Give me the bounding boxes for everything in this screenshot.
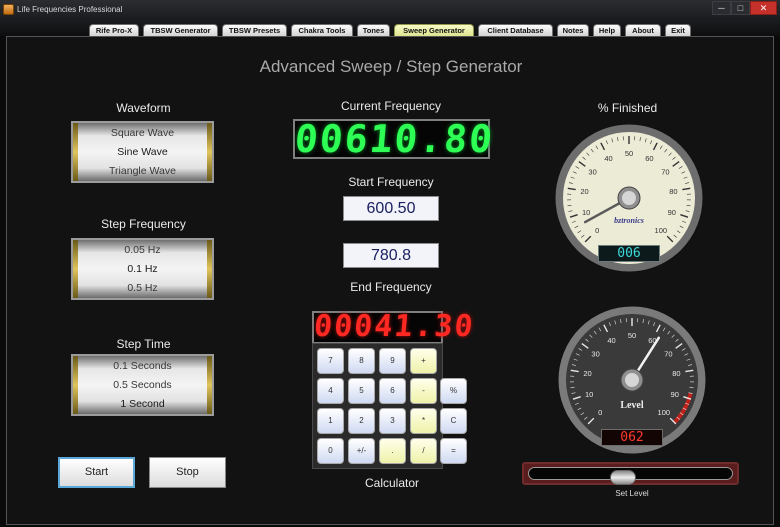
close-button[interactable]: ✕ (750, 1, 777, 15)
step-time-selector[interactable]: 0.1 Seconds 0.5 Seconds 1 Second (71, 354, 214, 416)
set-level-label: Set Level (615, 489, 649, 498)
gauge-tick-label: 90 (668, 208, 676, 217)
calc-key-decimal[interactable]: . (379, 438, 406, 464)
calc-key-divide[interactable]: / (410, 438, 437, 464)
calculator-keypad: 7 8 9 + 4 5 6 - 1 2 3 * 0 +/- . / (312, 343, 443, 469)
calculator-label: Calculator (364, 476, 420, 490)
calc-key-3[interactable]: 3 (379, 408, 406, 434)
step-time-option[interactable]: 0.1 Seconds (73, 357, 212, 376)
step-frequency-option[interactable]: 0.1 Hz (73, 260, 212, 279)
calc-key-5[interactable]: 5 (348, 378, 375, 404)
waveform-option-triangle[interactable]: Triangle Wave (73, 162, 212, 181)
calc-key-percent[interactable]: % (440, 378, 467, 404)
calculator-display-value: 00041.30 (312, 309, 477, 344)
gauge-tick-label: 90 (671, 390, 679, 399)
set-level-track[interactable] (528, 467, 733, 485)
level-readout: 062 (601, 429, 663, 446)
level-gauge: 0 10 20 30 40 50 60 70 80 90 100 Level 062 (557, 305, 707, 455)
waveform-option-square[interactable]: Square Wave (73, 124, 212, 143)
gauge-hub-cap (625, 373, 639, 387)
sweep-generator-panel: Advanced Sweep / Step Generator Waveform… (6, 36, 774, 525)
gauge-tick-label: 50 (625, 149, 633, 158)
step-time-option[interactable]: 0.5 Seconds (73, 376, 212, 395)
step-time-option[interactable]: 1 Second (73, 395, 212, 414)
stop-button[interactable]: Stop (149, 457, 226, 488)
level-label: Level (620, 400, 644, 411)
step-frequency-selector[interactable]: 0.05 Hz 0.1 Hz 0.5 Hz (71, 238, 214, 300)
gauge-tick-label: 30 (591, 350, 599, 359)
waveform-label: Waveform (116, 101, 171, 115)
gauge-tick-label: 80 (669, 187, 677, 196)
gauge-tick-label: 20 (580, 187, 588, 196)
calc-key-0[interactable]: 0 (317, 438, 344, 464)
step-frequency-option[interactable]: 0.5 Hz (73, 279, 212, 298)
gauge-tick-label: 10 (585, 390, 593, 399)
calc-key-9[interactable]: 9 (379, 348, 406, 374)
minimize-button[interactable]: ─ (712, 1, 731, 15)
set-level-thumb[interactable] (610, 470, 637, 485)
start-frequency-label: Start Frequency (348, 175, 434, 189)
calc-key-equals[interactable]: = (440, 438, 467, 464)
step-time-label: Step Time (116, 337, 171, 351)
gauge-tick-label: 100 (658, 408, 671, 417)
app-icon (3, 4, 14, 15)
step-frequency-option[interactable]: 0.05 Hz (73, 241, 212, 260)
percent-finished-label: % Finished (597, 101, 658, 115)
set-level-slider[interactable] (522, 462, 739, 485)
gauge-tick-label: 70 (664, 350, 672, 359)
current-frequency-value: 00610.80 (293, 117, 496, 161)
gauge-tick-label: 0 (598, 408, 602, 417)
calc-key-multiply[interactable]: * (410, 408, 437, 434)
calc-key-2[interactable]: 2 (348, 408, 375, 434)
title-bar: Life Frequencies Professional ─ □ ✕ (0, 0, 780, 20)
gauge-tick-label: 40 (607, 336, 615, 345)
percent-finished-readout: 006 (598, 245, 660, 262)
current-frequency-display: 00610.80 (293, 117, 496, 161)
gauge-tick-label: 10 (582, 208, 590, 217)
page-title: Advanced Sweep / Step Generator (259, 57, 523, 76)
waveform-selector[interactable]: Square Wave Sine Wave Triangle Wave (71, 121, 214, 183)
start-frequency-field[interactable]: 600.50 (343, 196, 439, 221)
tab-bar: Rife Pro-X TBSW Generator TBSW Presets C… (0, 20, 780, 37)
maximize-button[interactable]: □ (731, 1, 750, 15)
end-frequency-label: End Frequency (350, 280, 432, 294)
gauge-tick-label: 100 (655, 226, 668, 235)
start-button[interactable]: Start (58, 457, 135, 488)
current-frequency-label: Current Frequency (340, 99, 442, 113)
calc-key-4[interactable]: 4 (317, 378, 344, 404)
gauge-brand: bztronics (614, 216, 644, 225)
calc-key-clear[interactable]: C (440, 408, 467, 434)
gauge-tick-label: 0 (595, 226, 599, 235)
step-frequency-label: Step Frequency (101, 217, 186, 231)
calc-key-minus[interactable]: - (410, 378, 437, 404)
gauge-tick-label: 20 (583, 369, 591, 378)
gauge-hub-cap (622, 191, 636, 205)
gauge-tick-label: 30 (588, 168, 596, 177)
calc-key-negate[interactable]: +/- (348, 438, 375, 464)
calc-key-7[interactable]: 7 (317, 348, 344, 374)
gauge-tick-label: 60 (645, 154, 653, 163)
gauge-tick-label: 40 (604, 154, 612, 163)
calculator-display: 00041.30 (312, 309, 477, 344)
percent-finished-gauge: 0 10 20 30 40 50 60 70 80 90 100 bztronics 006 (554, 123, 704, 273)
waveform-option-sine[interactable]: Sine Wave (73, 143, 212, 162)
calc-key-1[interactable]: 1 (317, 408, 344, 434)
gauge-tick-label: 50 (628, 331, 636, 340)
calc-key-8[interactable]: 8 (348, 348, 375, 374)
window-title: Life Frequencies Professional (17, 5, 123, 14)
calc-key-6[interactable]: 6 (379, 378, 406, 404)
end-frequency-field[interactable]: 780.8 (343, 243, 439, 268)
gauge-tick-label: 70 (661, 168, 669, 177)
gauge-tick-label: 80 (672, 369, 680, 378)
calc-key-plus[interactable]: + (410, 348, 437, 374)
